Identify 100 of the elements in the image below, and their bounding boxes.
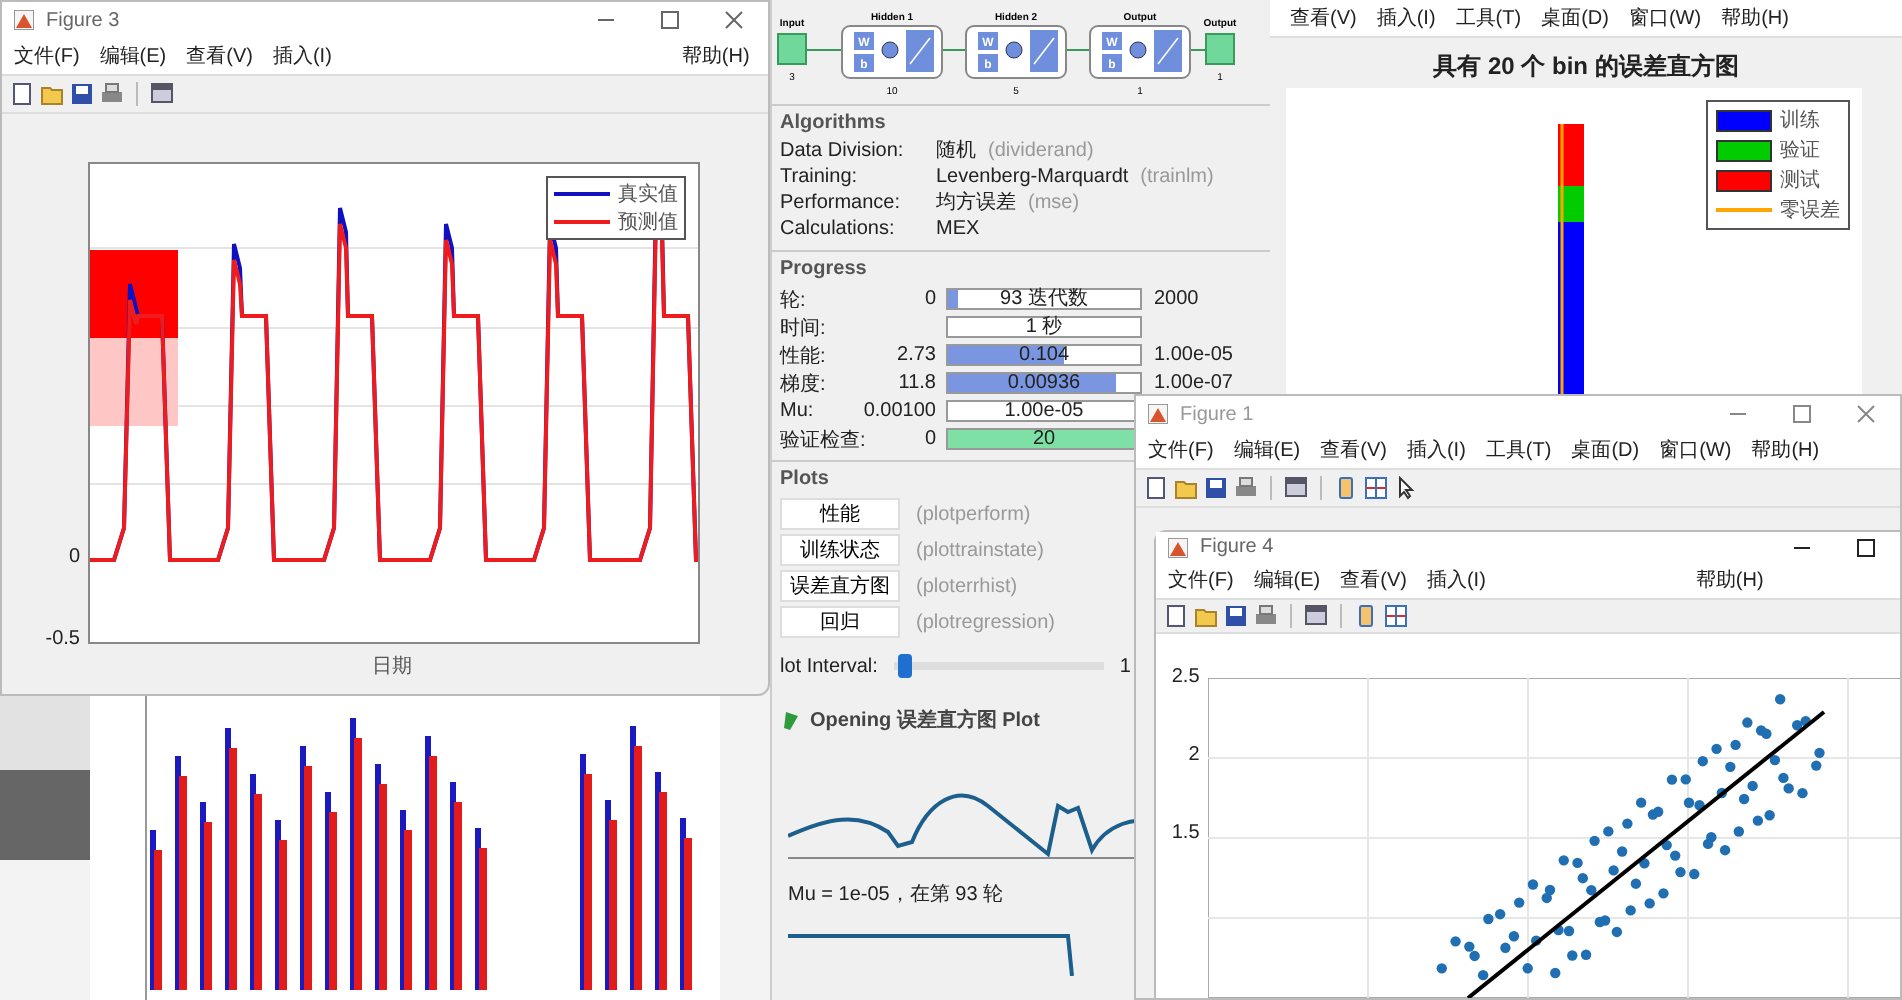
field-value: MEX <box>936 218 980 242</box>
menu-item[interactable]: 桌面(D) <box>1541 4 1609 32</box>
grid-icon[interactable] <box>1364 476 1388 500</box>
field-label: 性能: <box>780 343 828 369</box>
window-title: Figure 1 <box>1180 403 1254 425</box>
plot-button[interactable]: 回归 <box>780 606 900 638</box>
plot-button[interactable]: 性能 <box>780 498 900 530</box>
menu-item[interactable]: 帮助(H) <box>1751 436 1820 464</box>
close-icon[interactable] <box>1856 404 1876 424</box>
menu-item[interactable]: 文件(F) <box>1148 436 1214 464</box>
new-icon[interactable] <box>1144 476 1168 500</box>
window-title: Figure 3 <box>46 9 120 31</box>
menu-item[interactable]: 编辑(E) <box>1253 566 1321 594</box>
menu-item[interactable]: 帮助(H) <box>681 42 750 70</box>
menu-item[interactable]: 插入(I) <box>1426 566 1486 594</box>
y-tick-label: 0 <box>68 546 80 568</box>
menu-item[interactable]: 编辑(E) <box>99 42 167 70</box>
function-name: (mse) <box>1028 192 1080 216</box>
section-title: Plots <box>780 468 829 490</box>
function-name: (dividerand) <box>988 140 1094 164</box>
open-icon[interactable] <box>1194 604 1218 628</box>
print-icon[interactable] <box>100 82 124 106</box>
arrow-icon[interactable] <box>1394 476 1418 500</box>
menu-item[interactable]: 工具(T) <box>1485 436 1552 464</box>
function-name: (plotperform) <box>916 503 1031 525</box>
phone-icon[interactable] <box>1354 604 1378 628</box>
field-label: 轮: <box>780 287 808 313</box>
field-label: Performance: <box>780 192 903 216</box>
field-value: 随机 <box>936 140 976 164</box>
y-tick-label: 1.5 <box>1171 822 1200 844</box>
menu-item[interactable]: 帮助(H) <box>1695 566 1764 594</box>
window-icon[interactable] <box>1304 604 1328 628</box>
field-label: 验证检查: <box>780 427 868 453</box>
plot-caption: Mu = 1e-05，在第 93 轮 <box>788 882 1006 908</box>
function-name: (ploterrhist) <box>916 575 1018 597</box>
new-icon[interactable] <box>1164 604 1188 628</box>
slider-thumb[interactable] <box>898 654 913 678</box>
print-icon[interactable] <box>1234 476 1258 500</box>
status-icon <box>784 711 798 729</box>
plot-button[interactable]: 误差直方图 <box>780 570 900 602</box>
field-label: Training: <box>780 166 860 190</box>
start-value: 0.00100 <box>863 400 936 422</box>
plot-button[interactable]: 训练状态 <box>780 534 900 566</box>
progress-reading: 0.00936 <box>1007 373 1081 393</box>
slider-max: 1 <box>1119 655 1131 677</box>
status-message: Opening 误差直方图 Plot <box>810 706 1040 734</box>
start-value: 2.73 <box>897 344 936 366</box>
app-icon <box>1168 537 1188 557</box>
section-title: Algorithms <box>780 112 886 134</box>
legend-label: 验证 <box>1780 138 1820 164</box>
open-icon[interactable] <box>40 82 64 106</box>
menu-item[interactable]: 编辑(E) <box>1233 436 1301 464</box>
function-name: (trainlm) <box>1140 166 1214 190</box>
legend-label: 真实值 <box>618 181 678 208</box>
print-icon[interactable] <box>1254 604 1278 628</box>
menu-item[interactable]: 文件(F) <box>14 42 80 70</box>
save-icon[interactable] <box>1204 476 1228 500</box>
new-icon[interactable] <box>10 82 34 106</box>
legend-label: 测试 <box>1780 167 1820 194</box>
open-icon[interactable] <box>1174 476 1198 500</box>
legend-label: 训练 <box>1780 107 1820 134</box>
target-value: 1.00e-07 <box>1154 372 1233 394</box>
window-icon[interactable] <box>150 82 174 106</box>
menu-item[interactable]: 查看(V) <box>186 42 253 70</box>
menu-item[interactable]: 插入(I) <box>272 42 332 70</box>
function-name: (plottrainstate) <box>916 539 1044 561</box>
app-icon <box>14 10 34 30</box>
field-label: Calculations: <box>780 218 897 242</box>
menu-item[interactable]: 查看(V) <box>1290 4 1357 32</box>
save-icon[interactable] <box>70 82 94 106</box>
close-icon[interactable] <box>724 10 744 30</box>
menu-item[interactable]: 桌面(D) <box>1571 436 1640 464</box>
menu-item[interactable]: 文件(F) <box>1168 566 1234 594</box>
start-value: 11.8 <box>898 372 936 394</box>
menu-item[interactable]: 插入(I) <box>1406 436 1466 464</box>
menu-item[interactable]: 查看(V) <box>1340 566 1407 594</box>
start-value: 0 <box>924 428 936 450</box>
progress-reading: 1 秒 <box>1025 317 1063 337</box>
window-title: Figure 4 <box>1200 536 1274 558</box>
menu-item[interactable]: 窗口(W) <box>1659 436 1732 464</box>
y-tick-label: -0.5 <box>45 628 80 650</box>
app-icon <box>1148 404 1168 424</box>
menu-item[interactable]: 帮助(H) <box>1721 4 1789 32</box>
slider-label: lot Interval: <box>780 655 878 677</box>
section-title: Progress <box>780 258 867 280</box>
save-icon[interactable] <box>1224 604 1248 628</box>
menu-item[interactable]: 工具(T) <box>1455 4 1522 32</box>
function-name: (plotregression) <box>916 611 1055 633</box>
progress-reading: 1.00e-05 <box>1004 401 1084 421</box>
y-tick-label: 2 <box>1188 744 1200 766</box>
window-icon[interactable] <box>1284 476 1308 500</box>
field-label: 时间: <box>780 315 828 341</box>
progress-reading: 20 <box>1032 429 1056 449</box>
maximize-icon[interactable] <box>1856 537 1876 557</box>
phone-icon[interactable] <box>1334 476 1358 500</box>
menu-item[interactable]: 插入(I) <box>1376 4 1436 32</box>
target-value: 2000 <box>1154 288 1199 310</box>
menu-item[interactable]: 查看(V) <box>1320 436 1387 464</box>
menu-item[interactable]: 窗口(W) <box>1628 4 1702 32</box>
grid-icon[interactable] <box>1384 604 1408 628</box>
